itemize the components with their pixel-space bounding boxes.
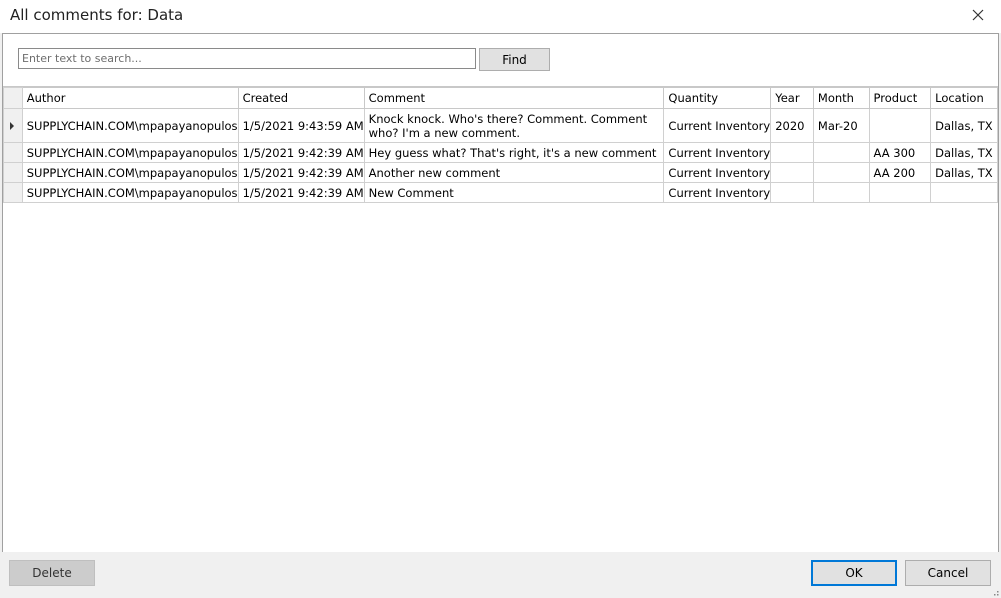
- dialog-footer: Delete OK Cancel: [0, 552, 1001, 598]
- table-row[interactable]: SUPPLYCHAIN.COM\mpapayanopulos 1/5/2021 …: [3, 142, 998, 163]
- row-header[interactable]: [3, 182, 23, 203]
- quantity-cell[interactable]: Current Inventory: [663, 142, 772, 163]
- created-cell[interactable]: 1/5/2021 9:42:39 AM: [237, 182, 365, 203]
- comments-grid[interactable]: Author Created Comment Quantity Year Mon…: [3, 86, 998, 553]
- find-button[interactable]: Find: [479, 48, 550, 71]
- close-button[interactable]: [967, 5, 989, 25]
- product-cell[interactable]: [868, 108, 932, 143]
- header-row: Author Created Comment Quantity Year Mon…: [3, 87, 998, 109]
- row-header[interactable]: [3, 162, 23, 183]
- column-header-comment[interactable]: Comment: [363, 87, 665, 109]
- quantity-cell[interactable]: Current Inventory: [663, 162, 772, 183]
- comments-table: Author Created Comment Quantity Year Mon…: [3, 87, 998, 203]
- row-header[interactable]: [3, 108, 23, 143]
- table-row[interactable]: SUPPLYCHAIN.COM\mpapayanopulos 1/5/2021 …: [3, 162, 998, 183]
- row-header[interactable]: [3, 142, 23, 163]
- resize-grip-icon[interactable]: [991, 588, 999, 596]
- column-header-location[interactable]: Location: [930, 87, 998, 109]
- year-cell[interactable]: [770, 182, 814, 203]
- location-cell[interactable]: Dallas, TX: [930, 108, 998, 143]
- comments-panel: Find Author Created Comment Q: [2, 33, 999, 553]
- dialog-title: All comments for: Data: [10, 6, 184, 24]
- year-cell[interactable]: [770, 142, 814, 163]
- author-cell[interactable]: SUPPLYCHAIN.COM\mpapayanopulos: [21, 162, 239, 183]
- month-cell[interactable]: [812, 162, 870, 183]
- quantity-cell[interactable]: Current Inventory: [663, 108, 772, 143]
- location-cell[interactable]: Dallas, TX: [930, 142, 998, 163]
- product-cell[interactable]: AA 200: [868, 162, 932, 183]
- row-header-corner: [3, 87, 23, 109]
- year-cell[interactable]: 2020: [770, 108, 814, 143]
- location-cell[interactable]: [930, 182, 998, 203]
- table-row[interactable]: SUPPLYCHAIN.COM\mpapayanopulos 1/5/2021 …: [3, 182, 998, 203]
- column-header-quantity[interactable]: Quantity: [663, 87, 772, 109]
- month-cell[interactable]: Mar-20: [812, 108, 870, 143]
- delete-button[interactable]: Delete: [9, 560, 95, 586]
- table-row[interactable]: SUPPLYCHAIN.COM\mpapayanopulos 1/5/2021 …: [3, 108, 998, 143]
- title-bar: All comments for: Data: [0, 0, 1001, 33]
- column-header-month[interactable]: Month: [812, 87, 870, 109]
- created-cell[interactable]: 1/5/2021 9:42:39 AM: [237, 142, 365, 163]
- author-cell[interactable]: SUPPLYCHAIN.COM\mpapayanopulos: [21, 142, 239, 163]
- location-cell[interactable]: Dallas, TX: [930, 162, 998, 183]
- column-header-year[interactable]: Year: [770, 87, 814, 109]
- month-cell[interactable]: [812, 182, 870, 203]
- author-cell[interactable]: SUPPLYCHAIN.COM\mpapayanopulos: [21, 108, 239, 143]
- close-icon: [972, 9, 984, 21]
- ok-button[interactable]: OK: [811, 560, 897, 586]
- month-cell[interactable]: [812, 142, 870, 163]
- column-header-product[interactable]: Product: [868, 87, 932, 109]
- comment-cell[interactable]: Knock knock. Who's there? Comment. Comme…: [363, 108, 665, 143]
- column-header-author[interactable]: Author: [21, 87, 239, 109]
- product-cell[interactable]: AA 300: [868, 142, 932, 163]
- comment-cell[interactable]: Another new comment: [363, 162, 665, 183]
- quantity-cell[interactable]: Current Inventory: [663, 182, 772, 203]
- created-cell[interactable]: 1/5/2021 9:43:59 AM: [237, 108, 365, 143]
- row-indicator-arrow-icon: [10, 121, 14, 130]
- created-cell[interactable]: 1/5/2021 9:42:39 AM: [237, 162, 365, 183]
- comment-cell[interactable]: Hey guess what? That's right, it's a new…: [363, 142, 665, 163]
- search-input[interactable]: [18, 48, 476, 69]
- product-cell[interactable]: [868, 182, 932, 203]
- column-header-created[interactable]: Created: [237, 87, 365, 109]
- year-cell[interactable]: [770, 162, 814, 183]
- cancel-button[interactable]: Cancel: [905, 560, 991, 586]
- author-cell[interactable]: SUPPLYCHAIN.COM\mpapayanopulos: [21, 182, 239, 203]
- comment-cell[interactable]: New Comment: [363, 182, 665, 203]
